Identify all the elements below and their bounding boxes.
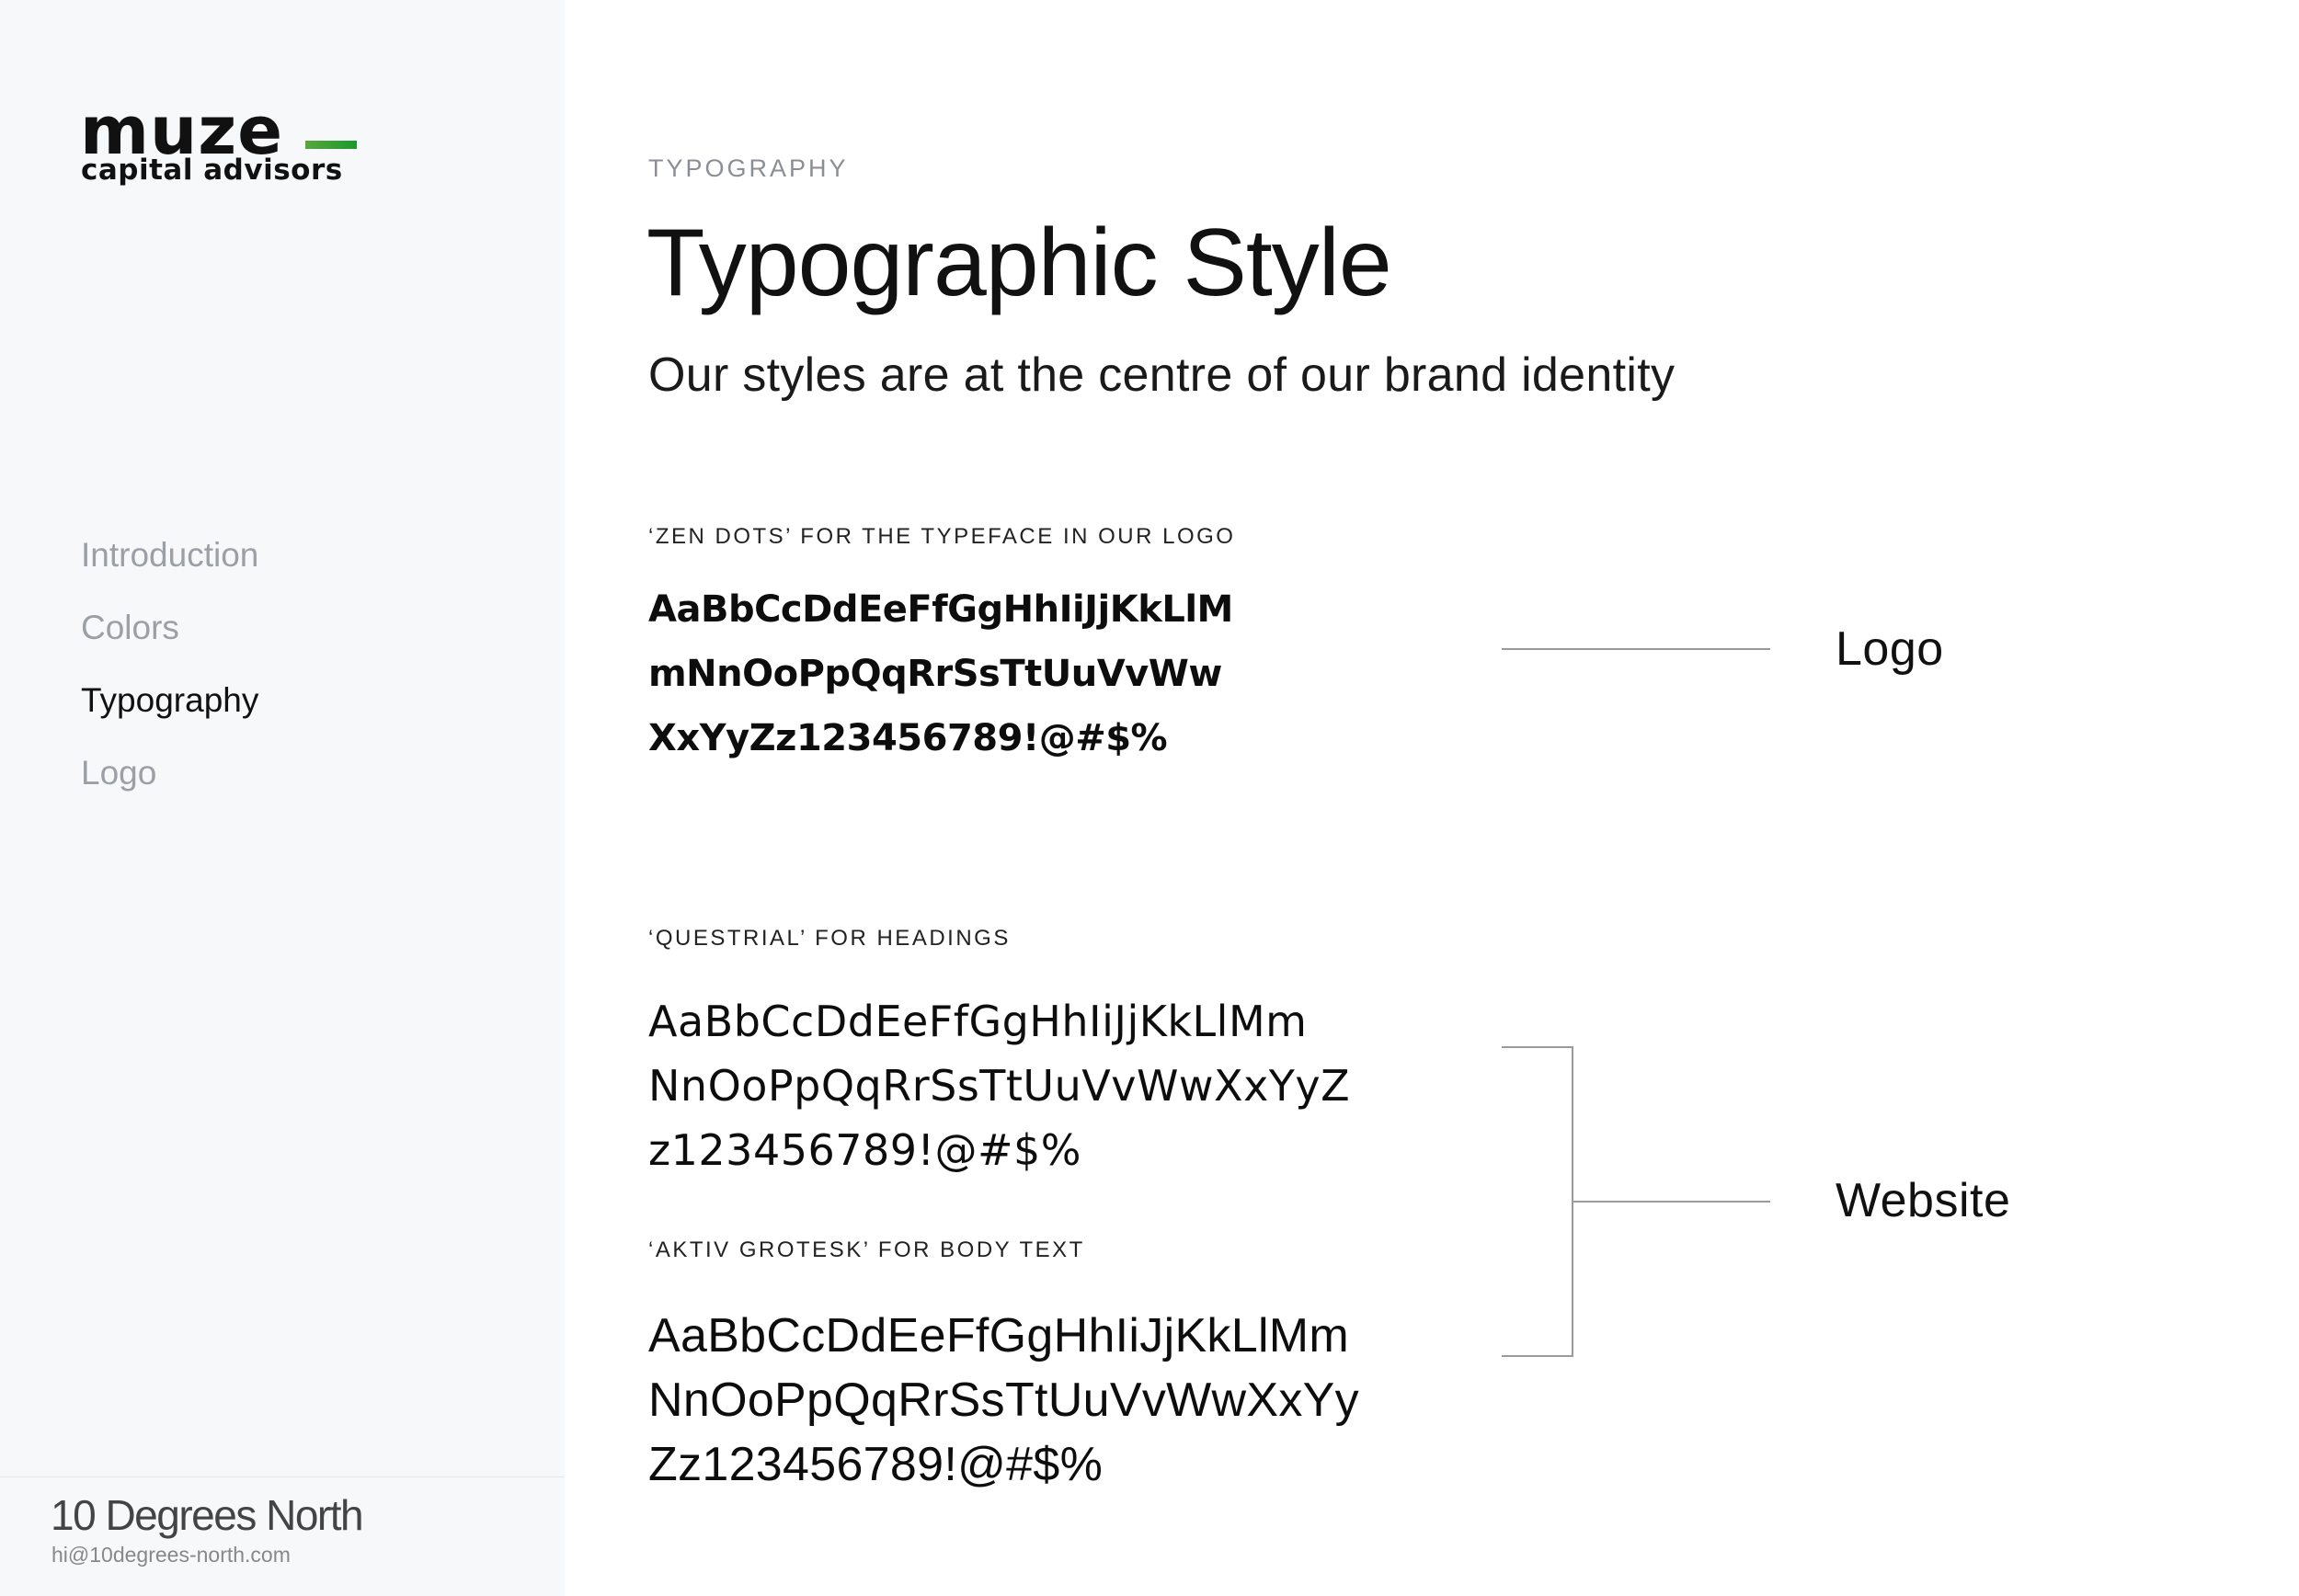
sidebar-footer-divider: [0, 1476, 565, 1477]
section-eyebrow: TYPOGRAPHY: [648, 154, 849, 182]
typeface-sample-logo: AaBbCcDdEeFfGgHhIiJjKkLlM mNnOoPpQqRrSsT…: [648, 577, 1233, 770]
sample-line: AaBbCcDdEeFfGgHhIiJjKkLlMm: [648, 997, 1308, 1046]
typeface-sample-headings: AaBbCcDdEeFfGgHhIiJjKkLlMm NnOoPpQqRrSsT…: [648, 989, 1350, 1182]
sample-line: mNnOoPpQqRrSsTtUuVvWw: [648, 653, 1222, 695]
page-title: Typographic Style: [646, 210, 1392, 316]
sample-line: NnOoPpQqRrSsTtUuVvWwXxYyZ: [648, 1061, 1351, 1111]
footer-email[interactable]: hi@10degrees-north.com: [51, 1543, 291, 1567]
typeface-label-body: ‘AKTIV GROTESK’ FOR BODY TEXT: [648, 1237, 1085, 1262]
typeface-label-headings: ‘QUESTRIAL’ FOR HEADINGS: [648, 926, 1011, 951]
sidebar-nav: Introduction Colors Typography Logo: [81, 537, 258, 827]
typeface-label-logo: ‘ZEN DOTS’ FOR THE TYPEFACE IN OUR LOGO: [648, 524, 1236, 549]
website-connector-line: [1573, 1201, 1770, 1203]
sample-line: XxYyZz123456789!@#$%: [648, 717, 1168, 759]
callout-logo: Logo: [1836, 622, 1944, 676]
callout-website: Website: [1836, 1174, 2011, 1227]
logo-connector-line: [1502, 648, 1770, 650]
nav-item-logo[interactable]: Logo: [81, 755, 258, 792]
bracket-top: [1502, 1046, 1573, 1048]
sample-line: AaBbCcDdEeFfGgHhIiJjKkLlM: [648, 588, 1233, 631]
sample-line: AaBbCcDdEeFfGgHhIiJjKkLlMm: [648, 1309, 1350, 1362]
nav-item-introduction[interactable]: Introduction: [81, 537, 258, 574]
sample-line: NnOoPpQqRrSsTtUuVvWwXxYy: [648, 1374, 1359, 1427]
logo-accent-bar: [305, 141, 357, 149]
nav-item-colors[interactable]: Colors: [81, 610, 258, 646]
footer-brand-name[interactable]: 10 Degrees North: [51, 1491, 364, 1539]
nav-item-typography[interactable]: Typography: [81, 682, 258, 719]
sidebar: muze capital advisors Introduction Color…: [0, 0, 565, 1596]
sample-line: z123456789!@#$%: [648, 1125, 1082, 1175]
page-subtitle: Our styles are at the centre of our bran…: [648, 348, 1676, 402]
bracket-bottom: [1502, 1355, 1573, 1357]
typeface-sample-body: AaBbCcDdEeFfGgHhIiJjKkLlMm NnOoPpQqRrSsT…: [648, 1304, 1359, 1497]
sample-line: Zz123456789!@#$%: [648, 1438, 1104, 1491]
logo-tagline: capital advisors: [81, 154, 343, 187]
